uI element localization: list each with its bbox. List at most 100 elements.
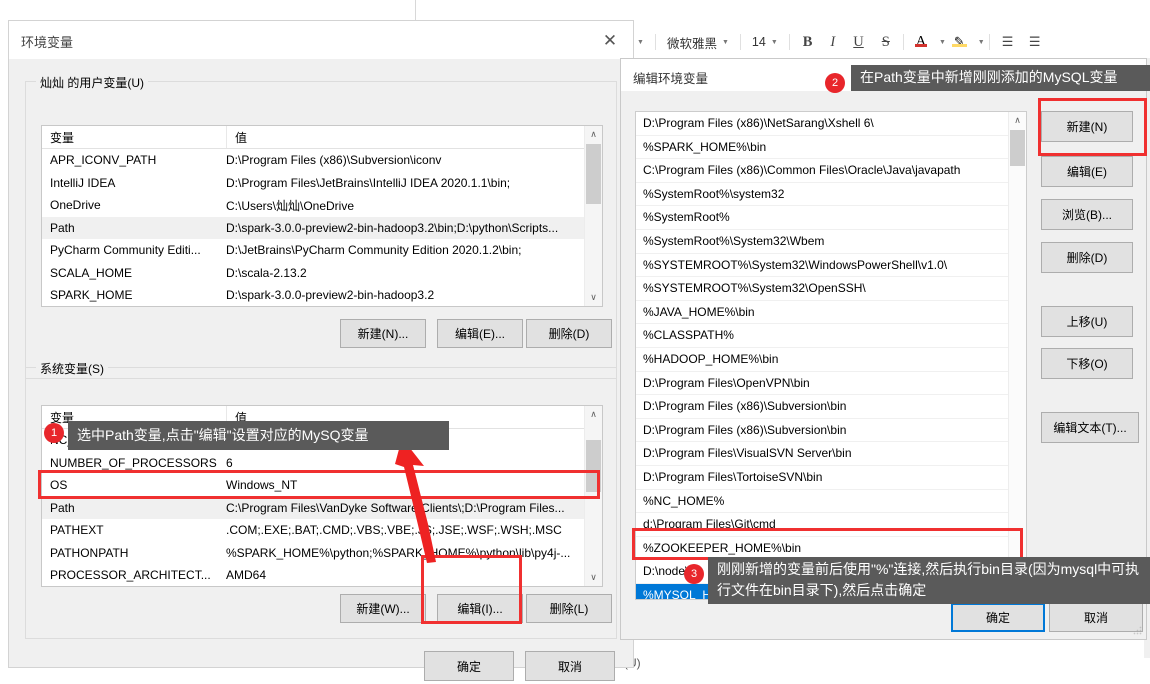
table-row[interactable]: SPARK_HOME D:\spark-3.0.0-preview2-bin-ha…	[42, 284, 602, 306]
scrollbar-thumb[interactable]	[586, 144, 601, 204]
variable-value-cell: C:\Users\灿灿\OneDrive	[226, 198, 355, 213]
path-entry-row[interactable]: %SystemRoot%	[636, 206, 1026, 230]
variable-name-cell: PATHONPATH	[50, 545, 129, 560]
annotation-badge-2: 2	[825, 73, 845, 93]
toolbar-divider	[788, 34, 790, 50]
env-ok-button[interactable]: 确定	[424, 651, 514, 681]
table-row[interactable]: PATHEXT .COM;.EXE;.BAT;.CMD;.VBS;.VBE;.JS…	[42, 519, 602, 542]
scroll-down-icon[interactable]: ∨	[585, 569, 602, 586]
chevron-down-icon: ▼	[637, 38, 644, 46]
scroll-up-icon[interactable]: ∧	[585, 126, 602, 143]
variable-value-cell: D:\JetBrains\PyCharm Community Edition 2…	[226, 243, 522, 258]
edit-cancel-button[interactable]: 取消	[1049, 603, 1143, 632]
path-entry-row[interactable]: %SystemRoot%\System32\Wbem	[636, 230, 1026, 254]
path-list-scrollbar[interactable]: ∧ ∨	[1008, 112, 1026, 599]
scroll-up-icon[interactable]: ∧	[585, 406, 602, 423]
edit-dialog-title: 编辑环境变量	[633, 72, 709, 86]
path-entries-list[interactable]: D:\Program Files (x86)\NetSarang\Xshell …	[635, 111, 1027, 600]
variable-name-cell: PATHEXT	[50, 523, 104, 538]
edit-browse-button[interactable]: 浏览(B)...	[1041, 199, 1133, 230]
path-entry-row[interactable]: C:\Program Files (x86)\Common Files\Orac…	[636, 159, 1026, 183]
system-new-button[interactable]: 新建(W)...	[340, 594, 426, 623]
chevron-down-icon[interactable]: ▼	[978, 39, 985, 46]
path-entry-row[interactable]: %SYSTEMROOT%\System32\OpenSSH\	[636, 277, 1026, 301]
edit-ok-button[interactable]: 确定	[951, 603, 1045, 632]
column-header-name: 变量	[42, 126, 227, 148]
env-cancel-button[interactable]: 取消	[525, 651, 615, 681]
table-row[interactable]: APR_ICONV_PATH D:\Program Files (x86)\Sub…	[42, 149, 602, 172]
path-entry-row[interactable]: D:\Program Files\OpenVPN\bin	[636, 372, 1026, 396]
env-dialog-title: 环境变量	[21, 35, 74, 50]
system-delete-button[interactable]: 删除(L)	[526, 594, 612, 623]
user-edit-button[interactable]: 编辑(E)...	[437, 319, 523, 348]
scroll-down-icon[interactable]: ∨	[585, 289, 602, 306]
chevron-down-icon[interactable]: ▼	[939, 39, 946, 46]
path-entry-row[interactable]: %CLASSPATH%	[636, 324, 1026, 348]
env-dialog-body: 灿灿 的用户变量(U) 变量 值 APR_ICONV_PATH D:\Progra…	[9, 59, 633, 681]
variable-value-cell: D:\scala-2.13.2	[226, 265, 307, 280]
bold-icon[interactable]: B	[794, 34, 822, 51]
variable-value-cell: D:\Program Files (x86)\Subversion\iconv	[226, 153, 442, 168]
close-icon[interactable]: ✕	[595, 27, 625, 53]
table-row[interactable]: Path C:\Program Files\VanDyke Software\Cl…	[42, 496, 602, 519]
variable-value-cell: AMD64	[226, 568, 267, 583]
highlight-icon[interactable]: ✎	[946, 34, 973, 50]
path-entry-row[interactable]: %JAVA_HOME%\bin	[636, 301, 1026, 325]
toolbar-divider	[902, 34, 904, 50]
annotation-badge-1: 1	[44, 423, 64, 443]
path-entry-row[interactable]: D:\Program Files (x86)\Subversion\bin	[636, 395, 1026, 419]
strikethrough-icon[interactable]: S	[873, 34, 899, 51]
user-delete-button[interactable]: 删除(D)	[526, 319, 612, 348]
system-variables-group-label: 系统变量(S)	[36, 360, 108, 377]
italic-icon[interactable]: I	[821, 34, 844, 51]
annotation-tooltip-2: 在Path变量中新增刚刚添加的MySQL变量	[851, 65, 1150, 91]
path-entry-row[interactable]: %HADOOP_HOME%\bin	[636, 348, 1026, 372]
variable-name-cell: SCALA_HOME	[50, 265, 133, 280]
edit-delete-button[interactable]: 删除(D)	[1041, 242, 1133, 273]
resize-grip-icon[interactable]	[1132, 625, 1142, 635]
edit-edit-text-button[interactable]: 编辑文本(T)...	[1041, 412, 1139, 443]
path-entry-row[interactable]: %NC_HOME%	[636, 490, 1026, 514]
scroll-up-icon[interactable]: ∧	[1009, 112, 1026, 129]
variable-name-cell: OneDrive	[50, 198, 101, 213]
bullet-list-icon[interactable]: ☰	[994, 34, 1021, 50]
annotation-tooltip-3: 刚刚新增的变量前后使用"%"连接,然后执行bin目录(因为mysql中可执行文件…	[708, 557, 1150, 604]
variable-name-cell: PROCESSOR_ARCHITECT...	[50, 568, 211, 583]
numbered-list-icon[interactable]: ☰	[1021, 34, 1048, 50]
table-row[interactable]: IntelliJ IDEA D:\Program Files\JetBrains\…	[42, 172, 602, 195]
env-dialog-titlebar: 环境变量 ✕	[9, 21, 633, 59]
user-variables-table[interactable]: 变量 值 APR_ICONV_PATH D:\Program Files (x86…	[41, 125, 603, 307]
variable-name-cell: PyCharm Community Editi...	[50, 243, 201, 258]
path-entry-row[interactable]: D:\Program Files\VisualSVN Server\bin	[636, 442, 1026, 466]
highlight-system-edit-button	[421, 555, 522, 624]
underline-icon[interactable]: U	[844, 34, 872, 51]
variable-value-cell: D:\spark-3.0.0-preview2-bin-hadoop3.2\bi…	[226, 220, 559, 235]
user-table-scrollbar[interactable]: ∧ ∨	[584, 126, 602, 306]
user-new-button[interactable]: 新建(N)...	[340, 319, 426, 348]
toolbar-fontsize-selector[interactable]: 14 ▼	[745, 27, 785, 57]
edit-move-up-button[interactable]: 上移(U)	[1041, 306, 1133, 337]
scrollbar-thumb[interactable]	[1010, 130, 1025, 166]
path-entry-row[interactable]: %SystemRoot%\system32	[636, 183, 1026, 207]
table-row[interactable]: SCALA_HOME D:\scala-2.13.2	[42, 262, 602, 285]
toolbar-font-label: 微软雅黑	[666, 36, 717, 51]
variable-name-cell: SPARK_HOME	[50, 288, 133, 303]
path-entry-row[interactable]: D:\Program Files (x86)\Subversion\bin	[636, 419, 1026, 443]
edit-edit-button[interactable]: 编辑(E)	[1041, 156, 1133, 187]
edit-move-down-button[interactable]: 下移(O)	[1041, 348, 1133, 379]
table-row[interactable]: OneDrive C:\Users\灿灿\OneDrive	[42, 194, 602, 217]
path-entry-row[interactable]: D:\Program Files (x86)\NetSarang\Xshell …	[636, 112, 1026, 136]
table-row[interactable]: PyCharm Community Editi... D:\JetBrains\P…	[42, 239, 602, 262]
path-entry-row[interactable]: %SYSTEMROOT%\System32\WindowsPowerShell\…	[636, 254, 1026, 278]
path-entry-row[interactable]: %SPARK_HOME%\bin	[636, 136, 1026, 160]
chevron-down-icon: ▼	[721, 38, 729, 46]
path-entry-row[interactable]: D:\Program Files\TortoiseSVN\bin	[636, 466, 1026, 490]
font-color-icon[interactable]: A	[908, 34, 934, 50]
variable-value-cell: C:\Program Files\VanDyke Software\Client…	[226, 500, 565, 515]
table-row[interactable]: Path D:\spark-3.0.0-preview2-bin-hadoop3.…	[42, 216, 602, 239]
toolbar-font-selector[interactable]: 微软雅黑 ▼	[660, 27, 736, 57]
editor-toolbar: 文本 ▼ 微软雅黑 ▼ 14 ▼ B I U S A ▼ ✎ ▼ ☰ ☰	[600, 26, 1150, 59]
highlight-mysql-home-row	[632, 528, 1023, 560]
toolbar-divider	[654, 34, 656, 50]
variable-name-cell: Path	[50, 220, 75, 235]
